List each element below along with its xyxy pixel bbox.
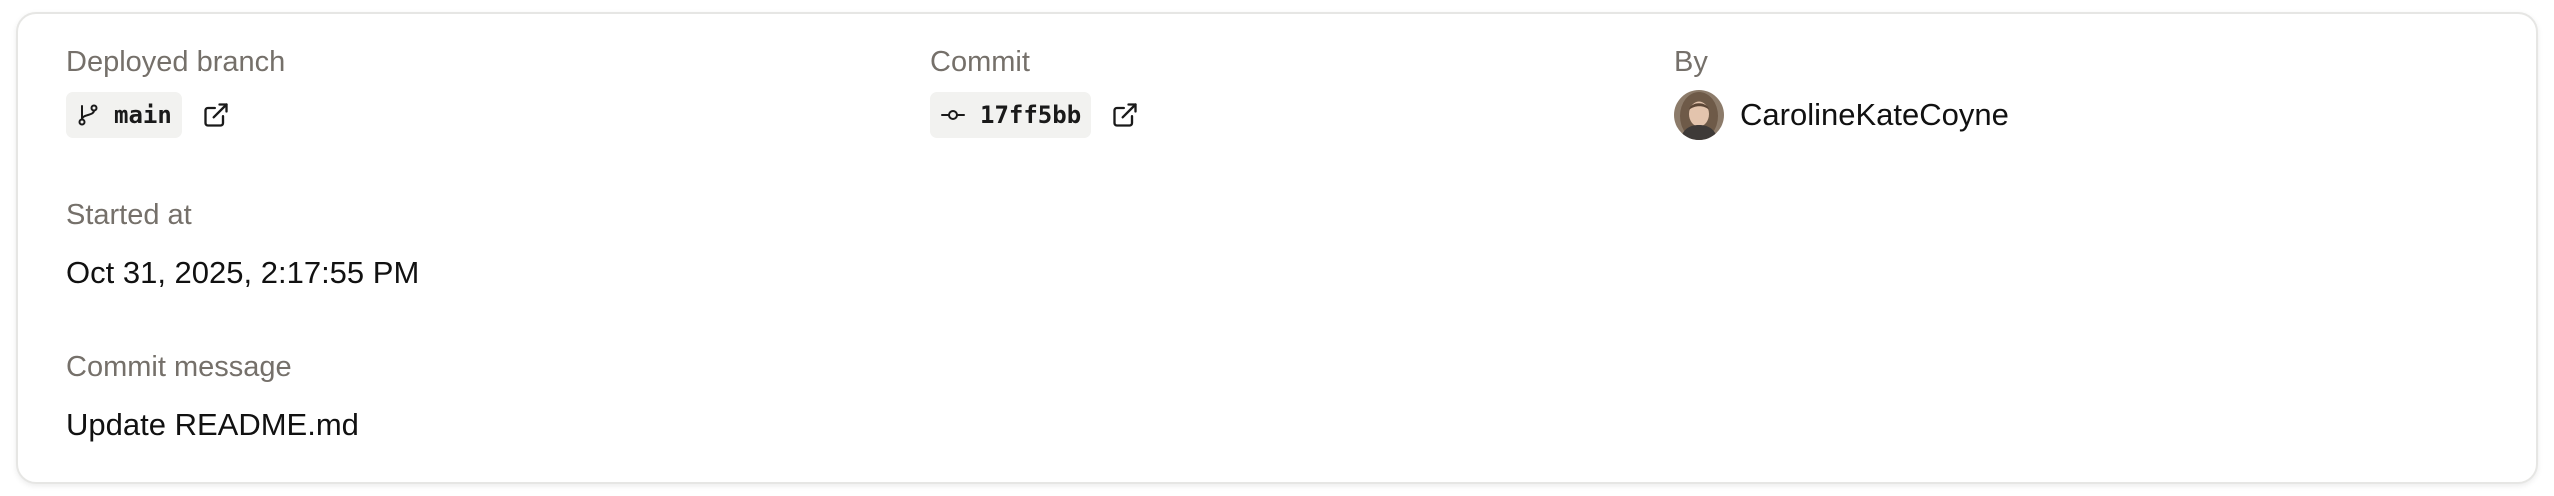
git-commit-icon — [940, 103, 966, 127]
commit-message-label: Commit message — [66, 351, 292, 383]
commit-hash: 17ff5bb — [980, 101, 1082, 129]
commit-field: Commit 17ff5bb — [930, 44, 1145, 138]
external-link-icon[interactable] — [1105, 95, 1145, 135]
external-link-icon[interactable] — [196, 95, 236, 135]
git-branch-icon — [76, 103, 100, 127]
deployed-branch-field: Deployed branch main — [66, 44, 285, 138]
deployment-details-card: Deployed branch main Commit 17ff5bb By C… — [16, 12, 2538, 484]
branch-chip: main — [66, 92, 182, 138]
commit-chip: 17ff5bb — [930, 92, 1092, 138]
started-at-value: Oct 31, 2025, 2:17:55 PM — [66, 255, 420, 290]
author-name: CarolineKateCoyne — [1740, 97, 2009, 132]
commit-label: Commit — [930, 46, 1030, 78]
avatar — [1674, 90, 1724, 140]
commit-message-value: Update README.md — [66, 407, 359, 442]
author-label: By — [1674, 46, 1708, 78]
started-at-label: Started at — [66, 199, 192, 231]
commit-message-field: Commit message Update README.md — [66, 349, 359, 444]
branch-name: main — [114, 101, 172, 129]
deployed-branch-label: Deployed branch — [66, 46, 286, 78]
author-field: By CarolineKateCoyne — [1674, 44, 2009, 140]
started-at-field: Started at Oct 31, 2025, 2:17:55 PM — [66, 197, 419, 292]
